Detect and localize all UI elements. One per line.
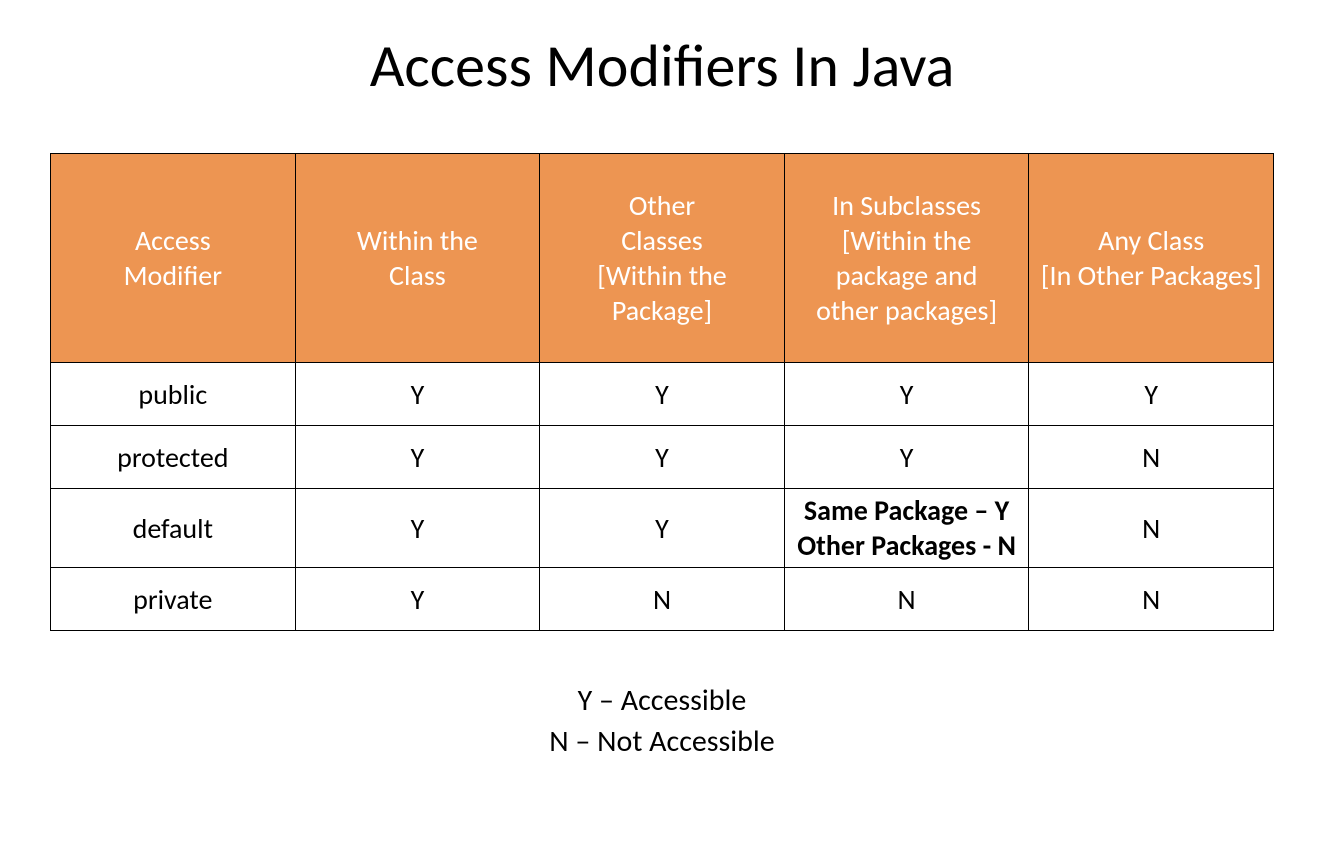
cell-value: N [1029,489,1274,568]
col-any-class: Any Class[In Other Packages] [1029,154,1274,363]
cell-value: Y [784,363,1029,426]
header-label: Within theClass [357,223,478,293]
compound-line: Same Package – Y [804,493,1009,528]
cell-value: Y [540,426,785,489]
cell-value: N [784,568,1029,631]
header-label: OtherClasses[Within thePackage] [597,188,727,328]
header-label: In Subclasses[Within thepackage andother… [816,188,997,328]
cell-value: Y [1029,363,1274,426]
cell-value: N [1029,426,1274,489]
cell-value: N [1029,568,1274,631]
cell-value: Y [295,363,540,426]
cell-modifier: private [51,568,296,631]
legend: Y – Accessible N – Not Accessible [50,681,1274,762]
access-modifiers-table: AccessModifier Within theClass OtherClas… [50,153,1274,631]
page-title: Access Modifiers In Java [50,30,1274,103]
cell-value: Y [295,426,540,489]
table-row: default Y Y Same Package – Y Other Packa… [51,489,1274,568]
legend-n: N – Not Accessible [50,722,1274,763]
cell-value: Y [540,363,785,426]
page: Access Modifiers In Java AccessModifier … [0,0,1324,802]
compound-line: Other Packages - N [797,528,1016,563]
table-row: private Y N N N [51,568,1274,631]
table-row: protected Y Y Y N [51,426,1274,489]
cell-value-compound: Same Package – Y Other Packages - N [784,489,1029,568]
cell-value: Y [295,568,540,631]
cell-modifier: public [51,363,296,426]
col-other-classes: OtherClasses[Within thePackage] [540,154,785,363]
legend-y: Y – Accessible [50,681,1274,722]
header-label: Any Class[In Other Packages] [1041,223,1262,293]
table-header-row: AccessModifier Within theClass OtherClas… [51,154,1274,363]
cell-value: Y [784,426,1029,489]
cell-value: Y [540,489,785,568]
cell-modifier: default [51,489,296,568]
cell-value: N [540,568,785,631]
table-row: public Y Y Y Y [51,363,1274,426]
col-access-modifier: AccessModifier [51,154,296,363]
header-label: AccessModifier [124,223,222,293]
col-within-class: Within theClass [295,154,540,363]
col-in-subclasses: In Subclasses[Within thepackage andother… [784,154,1029,363]
cell-modifier: protected [51,426,296,489]
cell-value: Y [295,489,540,568]
